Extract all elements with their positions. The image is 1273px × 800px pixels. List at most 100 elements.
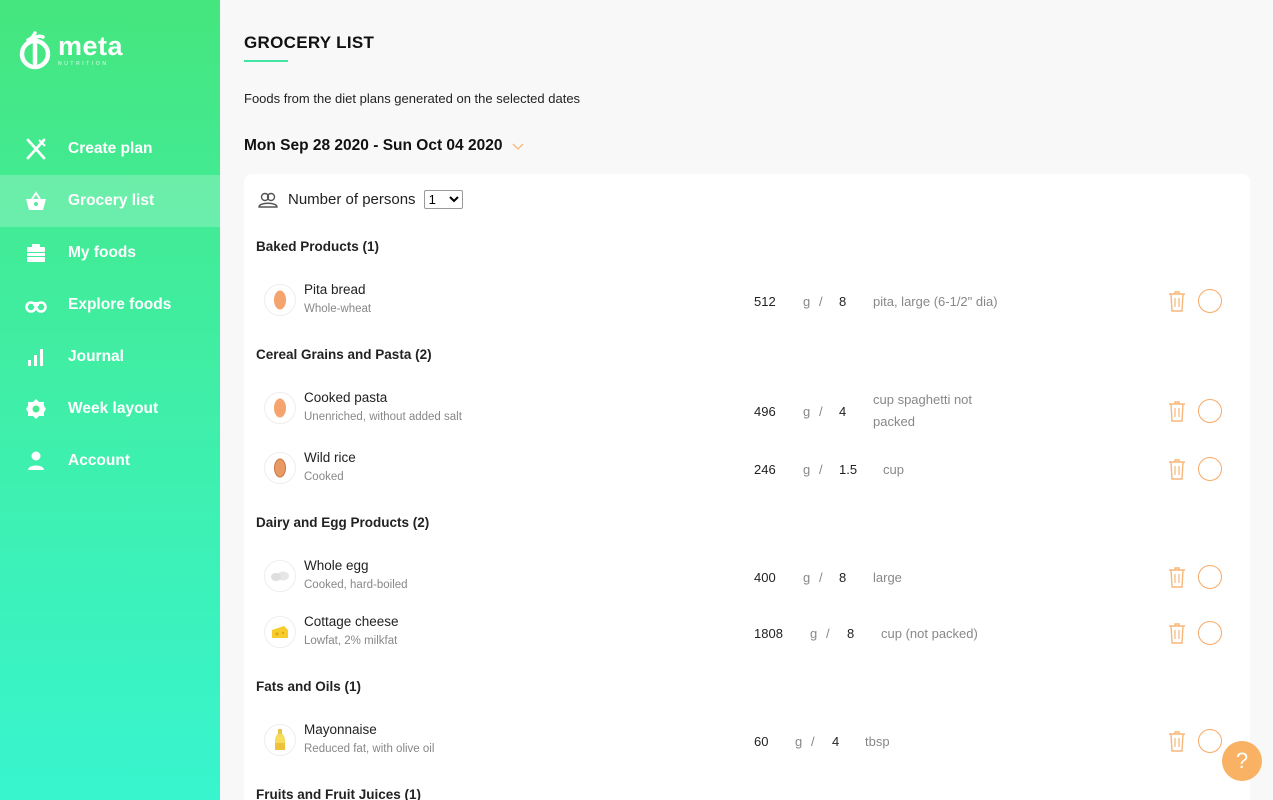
trash-icon[interactable] (1168, 458, 1186, 480)
logo-mark-icon (19, 31, 51, 70)
food-description: Unenriched, without added salt (304, 411, 462, 423)
page-title: GROCERY LIST (244, 33, 375, 52)
page-subtitle: Foods from the diet plans generated on t… (244, 91, 581, 106)
category-header: Dairy and Egg Products (2) (256, 515, 430, 530)
sidebar-item-journal[interactable]: Journal (0, 331, 220, 383)
binoculars-icon (24, 293, 48, 317)
check-circle-button[interactable] (1198, 565, 1222, 589)
grams-value: 400 (754, 570, 776, 585)
check-circle-button[interactable] (1198, 457, 1222, 481)
food-box-icon (24, 241, 48, 265)
category-header: Cereal Grains and Pasta (2) (256, 347, 432, 362)
quantity-unit: cup (883, 462, 904, 477)
check-circle-button[interactable] (1198, 289, 1222, 313)
food-name: Wild rice (304, 450, 356, 465)
grams-value: 496 (754, 404, 776, 419)
grams-unit: g (803, 404, 811, 419)
category-header: Fats and Oils (1) (256, 679, 362, 694)
help-icon: ? (1235, 748, 1249, 773)
food-description: Lowfat, 2% milkfat (304, 635, 398, 647)
category-header: Baked Products (1) (256, 239, 380, 254)
separator: / (819, 294, 823, 309)
sidebar-item-week-layout[interactable]: Week layout (0, 383, 220, 435)
egg-icon (264, 560, 296, 592)
bread-icon (264, 284, 296, 316)
brand-name: meta (58, 31, 124, 61)
quantity-value: 8 (839, 294, 847, 309)
sidebar-item-account[interactable]: Account (0, 435, 220, 487)
oil-bottle-icon (264, 724, 296, 756)
trash-icon[interactable] (1168, 290, 1186, 312)
quantity-value: 8 (847, 626, 855, 641)
persons-select[interactable]: 1 (423, 190, 463, 209)
quantity-value: 4 (839, 404, 847, 419)
user-icon (24, 449, 48, 473)
separator: / (811, 734, 815, 749)
list-item: Cooked pasta Unenriched, without added s… (244, 390, 1250, 434)
quantity-value: 1.5 (839, 462, 858, 477)
brand-tagline: NUTRITION (58, 61, 109, 67)
sidebar-item-label: Account (68, 452, 130, 469)
bar-chart-icon (24, 345, 48, 369)
grams-value: 246 (754, 462, 776, 477)
chevron-down-icon (512, 143, 524, 150)
trash-icon[interactable] (1168, 622, 1186, 644)
basket-icon (24, 189, 48, 213)
separator: / (826, 626, 830, 641)
food-description: Reduced fat, with olive oil (304, 743, 435, 755)
list-item: Wild rice Cooked 246 g / 1.5 cup (244, 450, 1250, 496)
quantity-unit: large (873, 570, 902, 585)
separator: / (819, 462, 823, 477)
quantity-unit: cup (not packed) (881, 626, 978, 641)
food-name: Pita bread (304, 282, 366, 297)
quantity-unit-line2: packed (873, 414, 915, 429)
grams-unit: g (803, 570, 811, 585)
grams-value: 1808 (754, 626, 783, 641)
grams-value: 512 (754, 294, 776, 309)
quantity-value: 8 (839, 570, 847, 585)
grams-unit: g (803, 294, 811, 309)
date-range-selector[interactable]: Mon Sep 28 2020 - Sun Oct 04 2020 (244, 137, 524, 155)
food-description: Cooked (304, 471, 344, 483)
category-header: Fruits and Fruit Juices (1) (256, 787, 422, 800)
trash-icon[interactable] (1168, 730, 1186, 752)
quantity-unit: tbsp (865, 734, 890, 749)
check-circle-button[interactable] (1198, 729, 1222, 753)
grams-unit: g (810, 626, 818, 641)
food-name: Mayonnaise (304, 722, 377, 737)
sidebar-item-explore-foods[interactable]: Explore foods (0, 279, 220, 331)
quantity-unit: cup spaghetti not (873, 392, 973, 407)
help-button[interactable]: ? (1222, 741, 1262, 781)
grams-unit: g (803, 462, 811, 477)
list-item: Pita bread Whole-wheat 512 g / 8 pita, l… (244, 282, 1250, 326)
list-item: Mayonnaise Reduced fat, with olive oil 6… (244, 722, 1250, 768)
food-name: Whole egg (304, 558, 369, 573)
brand-logo[interactable]: meta NUTRITION (18, 30, 123, 70)
pasta-icon (264, 392, 296, 424)
food-name: Cooked pasta (304, 390, 388, 405)
persons-icon (258, 192, 278, 208)
check-circle-button[interactable] (1198, 621, 1222, 645)
separator: / (819, 570, 823, 585)
check-circle-button[interactable] (1198, 399, 1222, 423)
sidebar-item-label: Week layout (68, 400, 159, 417)
cheese-icon (264, 616, 296, 648)
sidebar-item-create-plan[interactable]: Create plan (0, 123, 220, 175)
sidebar-item-grocery-list[interactable]: Grocery list (0, 175, 220, 227)
sidebar-item-label: Journal (68, 348, 124, 365)
rice-icon (264, 452, 296, 484)
sidebar-item-my-foods[interactable]: My foods (0, 227, 220, 279)
list-item: Whole egg Cooked, hard-boiled 400 g / 8 … (244, 558, 1250, 604)
title-underline (244, 60, 288, 62)
trash-icon[interactable] (1168, 566, 1186, 588)
main-content: GROCERY LIST Foods from the diet plans g… (220, 0, 1273, 800)
date-range-label: Mon Sep 28 2020 - Sun Oct 04 2020 (244, 137, 503, 154)
food-name: Cottage cheese (304, 614, 399, 629)
sidebar-nav: Create plan Grocery list My foods Explor… (0, 123, 220, 487)
sidebar-item-label: My foods (68, 244, 137, 261)
sidebar-item-label: Grocery list (68, 192, 155, 209)
grocery-card: Number of persons 1 Baked Products (1) P… (244, 174, 1250, 800)
food-description: Cooked, hard-boiled (304, 579, 408, 591)
sidebar-item-label: Create plan (68, 140, 153, 157)
trash-icon[interactable] (1168, 400, 1186, 422)
